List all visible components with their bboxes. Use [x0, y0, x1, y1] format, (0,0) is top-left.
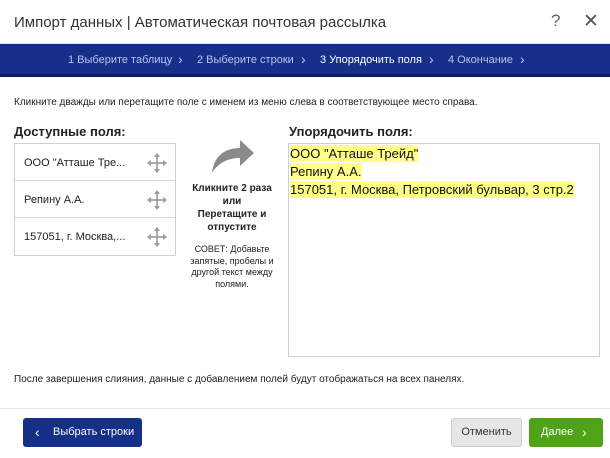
back-button-label: Выбрать строки: [53, 426, 135, 438]
tip-line: СОВЕТ: Добавьте: [194, 244, 270, 254]
tip-line: полями.: [215, 279, 249, 290]
footer-divider: [0, 408, 610, 409]
tip-text: СОВЕТ: Добавьте запятые, пробелы и друго…: [186, 244, 278, 291]
chevron-right-icon: ›: [301, 51, 306, 67]
ordered-field-recipient[interactable]: Репину А.А.: [290, 163, 362, 180]
ordered-field-company[interactable]: ООО "Атташе Трейд": [290, 145, 419, 162]
step-select-rows[interactable]: 2 Выберите строки: [197, 54, 294, 66]
available-field-address[interactable]: 157051, г. Москва,...: [15, 218, 175, 255]
drag-instruction-line: отпустите: [207, 222, 257, 233]
cancel-button[interactable]: Отменить: [451, 418, 522, 447]
dialog-titlebar: Импорт данных | Автоматическая почтовая …: [0, 0, 610, 44]
available-field-recipient[interactable]: Репину А.А.: [15, 181, 175, 218]
tip-line: запятые, пробелы и: [190, 255, 274, 266]
available-fields-list: ООО "Атташе Тре... Репину А.А. 157051, г…: [14, 143, 176, 256]
chevron-right-icon: ›: [429, 51, 434, 67]
move-icon[interactable]: [147, 227, 167, 247]
instruction-text: Кликните дважды или перетащите поле с им…: [14, 97, 478, 108]
next-button[interactable]: Далее ›: [529, 418, 603, 447]
move-icon[interactable]: [147, 190, 167, 210]
chevron-right-icon: ›: [520, 51, 525, 67]
field-label: Репину А.А.: [24, 194, 85, 206]
next-button-label: Далее: [541, 426, 574, 438]
chevron-right-icon: ›: [178, 51, 183, 67]
drag-instruction: Кликните 2 раза или Перетащите и отпусти…: [186, 182, 278, 234]
dialog-title: Импорт данных | Автоматическая почтовая …: [14, 14, 387, 31]
tip-line: другой текст между: [191, 267, 273, 278]
drag-instruction-line: или: [222, 196, 242, 207]
ordered-fields-heading: Упорядочить поля:: [289, 124, 413, 139]
field-label: ООО "Атташе Тре...: [24, 157, 126, 169]
curved-arrow-right-icon: [212, 140, 254, 173]
back-select-rows-button[interactable]: ‹ Выбрать строки: [23, 418, 142, 447]
chevron-left-icon: ‹: [35, 424, 40, 440]
help-icon[interactable]: ?: [551, 11, 560, 31]
step-select-table[interactable]: 1 Выберите таблицу: [68, 54, 172, 66]
available-fields-heading: Доступные поля:: [14, 124, 126, 139]
step-finish[interactable]: 4 Окончание: [448, 54, 513, 66]
drag-instruction-line: Перетащите и: [197, 209, 267, 220]
available-field-company[interactable]: ООО "Атташе Тре...: [15, 144, 175, 181]
move-icon[interactable]: [147, 153, 167, 173]
close-icon[interactable]: ✕: [583, 10, 599, 33]
drag-instruction-line: Кликните 2 раза: [192, 183, 272, 194]
step-arrange-fields[interactable]: 3 Упорядочить поля: [320, 54, 422, 66]
ordered-field-address[interactable]: 157051, г. Москва, Петровский бульвар, 3…: [290, 181, 574, 198]
field-label: 157051, г. Москва,...: [24, 231, 126, 243]
ordered-fields-area[interactable]: ООО "Атташе Трейд" Репину А.А. 157051, г…: [288, 143, 600, 357]
merge-footnote: После завершения слияния, данные с добав…: [14, 374, 465, 385]
wizard-steps-bar: 1 Выберите таблицу › 2 Выберите строки ›…: [0, 44, 610, 77]
chevron-right-icon: ›: [582, 424, 587, 440]
